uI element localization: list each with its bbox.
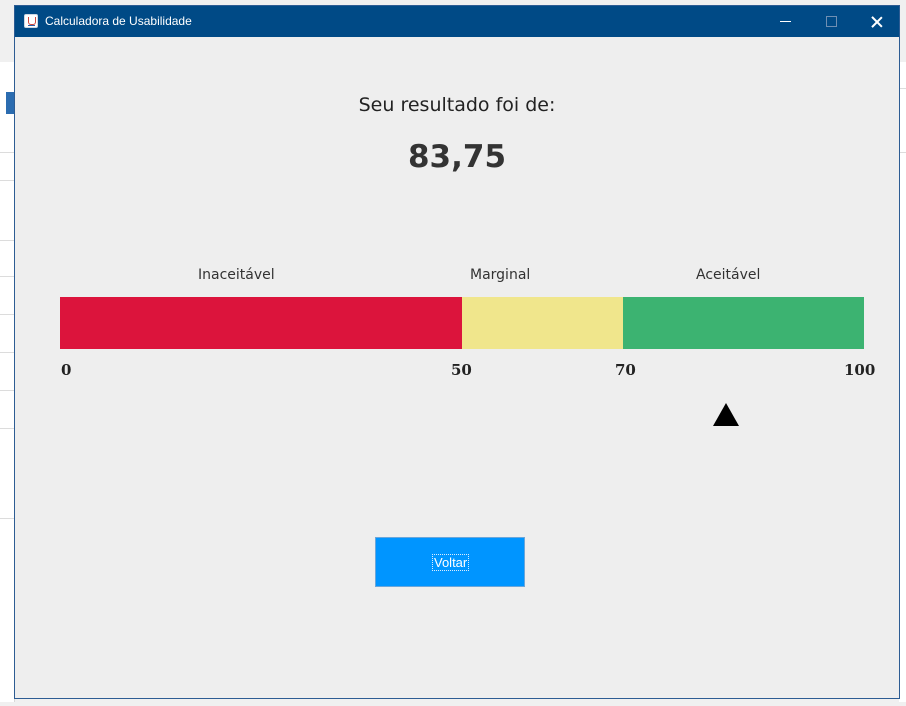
zone-bar-marginal xyxy=(462,297,623,349)
background-divider xyxy=(0,428,14,429)
back-button-label: Voltar xyxy=(431,554,470,571)
scale-tick-label: 50 xyxy=(451,361,472,379)
background-divider xyxy=(0,352,14,353)
background-divider xyxy=(0,518,14,519)
zone-label-unacceptable: Inaceitável xyxy=(198,267,275,283)
scale-tick-label: 100 xyxy=(844,361,876,379)
scale-tick-label: 70 xyxy=(615,361,636,379)
background-divider xyxy=(0,390,14,391)
background-divider xyxy=(0,240,14,241)
background-selection-strip xyxy=(6,92,14,114)
zone-bar-unacceptable xyxy=(60,297,462,349)
score-marker-triangle-icon xyxy=(713,403,739,426)
result-panel: Seu resultado foi de: 83,75 Inaceitável … xyxy=(15,37,899,698)
background-divider xyxy=(899,88,906,89)
result-heading: Seu resultado foi de: xyxy=(358,94,556,116)
result-score: 83,75 xyxy=(407,139,507,175)
background-divider xyxy=(0,314,14,315)
window-title: Calculadora de Usabilidade xyxy=(45,14,192,28)
zone-label-marginal: Marginal xyxy=(470,267,531,283)
usability-calculator-window: Calculadora de Usabilidade Seu resultado… xyxy=(14,5,900,699)
background-divider xyxy=(0,276,14,277)
background-divider xyxy=(0,180,14,181)
background-window-left-edge xyxy=(0,62,15,702)
zone-label-acceptable: Aceitável xyxy=(696,267,761,283)
java-app-icon xyxy=(24,14,38,28)
background-divider xyxy=(0,152,14,153)
minimize-button[interactable] xyxy=(762,6,808,37)
maximize-button xyxy=(808,6,854,37)
background-window-right-edge xyxy=(899,62,906,702)
background-divider xyxy=(899,152,906,153)
close-button[interactable] xyxy=(854,6,900,37)
zone-bar-acceptable xyxy=(623,297,864,349)
scale-tick-label: 0 xyxy=(61,361,72,379)
title-bar[interactable]: Calculadora de Usabilidade xyxy=(15,6,899,37)
back-button[interactable]: Voltar xyxy=(375,537,525,587)
